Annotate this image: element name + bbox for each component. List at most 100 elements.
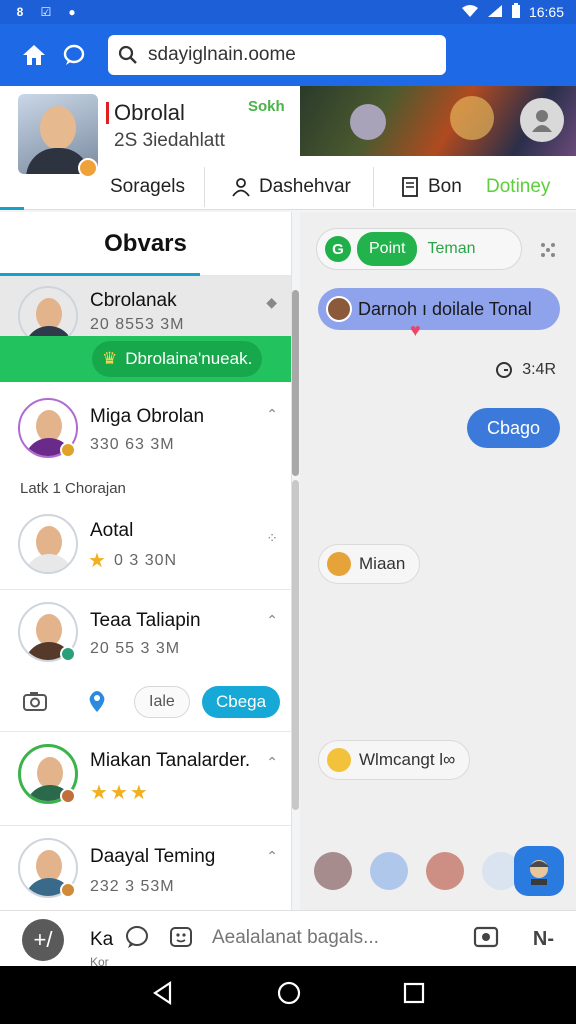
message-input[interactable] — [212, 927, 452, 949]
message-meta: 3:4R — [494, 360, 556, 380]
status-badge — [60, 882, 76, 898]
search-box[interactable] — [108, 35, 446, 75]
compose-bar: +/ Ka Kor N- — [0, 910, 576, 969]
message-text: Wlmcangt l∞ — [359, 750, 456, 769]
selected-banner[interactable]: ♛ Dbrolaina'nueak. — [0, 336, 291, 382]
segment-control[interactable]: G Point Teman — [316, 228, 522, 270]
camera-icon — [23, 692, 47, 711]
star-icon: ★ — [88, 550, 106, 572]
chip-gray-label: Iale — [134, 686, 190, 718]
game-fab[interactable] — [514, 846, 564, 896]
reaction-icon[interactable] — [314, 852, 352, 890]
chat-item[interactable]: Daayal Teming 232 3 53M ⌃ — [0, 826, 291, 910]
home-nav-button[interactable] — [275, 979, 303, 1012]
tab-bon[interactable]: Bon — [374, 164, 478, 210]
search-icon — [118, 45, 137, 64]
sender-avatar — [326, 296, 352, 322]
media-icon[interactable] — [473, 925, 499, 954]
notification-icon: 8 — [16, 5, 24, 19]
tab-soragels[interactable]: Soragels — [0, 164, 204, 210]
chip-blue[interactable]: Cbega — [202, 686, 281, 718]
battery-icon — [511, 2, 521, 22]
chat-item[interactable]: Teaa Taliapin 20 55 3 3M ⌃ — [0, 590, 291, 676]
message-text: Darnoh ı doilale Tonal — [358, 298, 532, 319]
chevron-up-icon[interactable]: ⌃ — [266, 612, 278, 629]
tab-dotiney[interactable]: Dotiney — [478, 164, 574, 210]
user-icon — [532, 110, 552, 132]
chevron-up-icon[interactable]: ⌃ — [266, 754, 278, 771]
add-button[interactable]: +/ — [22, 919, 64, 961]
conversation-pane: G Point Teman Darnoh ı doilale Tonal ♥ 3… — [300, 212, 576, 910]
profile-name: Obrolal — [106, 100, 185, 125]
chat-list-title: Obvars — [0, 212, 291, 276]
profile-header: Obrolal 2S 3iedahlatt Sokh Soragels Dash… — [0, 86, 576, 210]
message-incoming[interactable]: Miaan — [318, 544, 421, 584]
comment-icon[interactable] — [124, 925, 150, 954]
chat-name: Teaa Taliapin — [90, 610, 201, 631]
chat-item[interactable]: Miga Obrolan 330 63 3M ⌃ — [0, 384, 291, 480]
person-icon — [232, 178, 250, 197]
message-incoming-highlight[interactable]: Darnoh ı doilale Tonal — [318, 288, 560, 330]
message-outgoing[interactable]: Cbago — [466, 408, 560, 448]
selected-banner-text: Dbrolaina'nueak. — [125, 349, 253, 368]
star-icon: ★ — [109, 782, 128, 804]
recents-button[interactable] — [402, 981, 426, 1010]
more-icon[interactable]: ◆ — [266, 294, 277, 311]
camera-button[interactable] — [22, 690, 48, 712]
chevron-up-icon[interactable]: ⌃ — [266, 406, 278, 423]
extra-button[interactable]: N- — [533, 928, 554, 951]
scrollbar[interactable] — [292, 290, 299, 476]
message-incoming[interactable]: Wlmcangt l∞ — [318, 740, 471, 780]
heart-icon: ♥ — [410, 320, 421, 340]
chip-blue-label: Cbega — [202, 686, 281, 718]
chat-button[interactable] — [54, 35, 94, 75]
chat-name: Miakan Tanalarder. — [90, 750, 251, 771]
tab-label: Dashehvar — [259, 176, 351, 197]
record-icon: ● — [68, 5, 76, 19]
chat-list-panel: Obvars Cbrolanak 20 8553 3M ◆ ♛ Dbrolain… — [0, 212, 292, 910]
reaction-icon[interactable] — [426, 852, 464, 890]
status-badge — [60, 646, 76, 662]
location-button[interactable] — [86, 690, 108, 714]
chat-item[interactable]: Cbrolanak 20 8553 3M ◆ — [0, 276, 291, 346]
chip-gray[interactable]: Iale — [134, 686, 190, 718]
wifi-icon — [461, 4, 479, 21]
compose-user: Ka — [90, 929, 114, 950]
more-dots-icon[interactable]: ⁘ — [266, 530, 278, 547]
character-icon — [529, 860, 549, 885]
chat-name: Daayal Teming — [90, 846, 216, 867]
home-icon — [23, 45, 45, 65]
app-bar — [0, 24, 576, 934]
star-rating: ★ ★ ★ — [90, 780, 148, 805]
chevron-up-icon[interactable]: ⌃ — [266, 848, 278, 865]
profile-subtitle: 2S 3iedahlatt — [114, 130, 225, 151]
scrollbar-track[interactable] — [292, 480, 299, 810]
crown-icon: ♛ — [102, 349, 118, 368]
emoji-icon[interactable] — [168, 925, 194, 954]
star-icon: ★ — [90, 782, 108, 804]
game-banner[interactable] — [300, 86, 576, 156]
home-button[interactable] — [14, 35, 54, 75]
segment-teman[interactable]: Teman — [423, 240, 475, 258]
chat-item[interactable]: Miakan Tanalarder. ★ ★ ★ ⌃ — [0, 732, 291, 826]
chat-time: 20 8553 3M — [90, 316, 185, 333]
chat-item[interactable]: Aotal ★ 0 3 30N ⁘ — [0, 502, 291, 590]
grid-icon[interactable] — [540, 242, 556, 263]
back-icon — [152, 980, 171, 1005]
selected-pill[interactable]: ♛ Dbrolaina'nueak. — [92, 341, 263, 377]
reaction-icon[interactable] — [370, 852, 408, 890]
tab-dashehvar[interactable]: Dashehvar — [205, 164, 373, 210]
sticker-icon — [327, 748, 351, 772]
location-pin-icon — [89, 691, 105, 712]
tab-label: Soragels — [110, 176, 185, 197]
search-input[interactable] — [148, 44, 428, 66]
segment-point[interactable]: Point — [357, 232, 418, 266]
profile-tag: Sokh — [248, 98, 285, 115]
banner-user-button[interactable] — [520, 98, 564, 142]
tab-indicator — [0, 207, 24, 210]
profile-tabs: Soragels Dashehvar Bon Dotiney — [0, 164, 576, 210]
chat-name: Cbrolanak — [90, 290, 177, 311]
tab-label: Dotiney — [486, 176, 551, 197]
circle-home-icon — [277, 981, 301, 1004]
back-button[interactable] — [150, 980, 176, 1011]
